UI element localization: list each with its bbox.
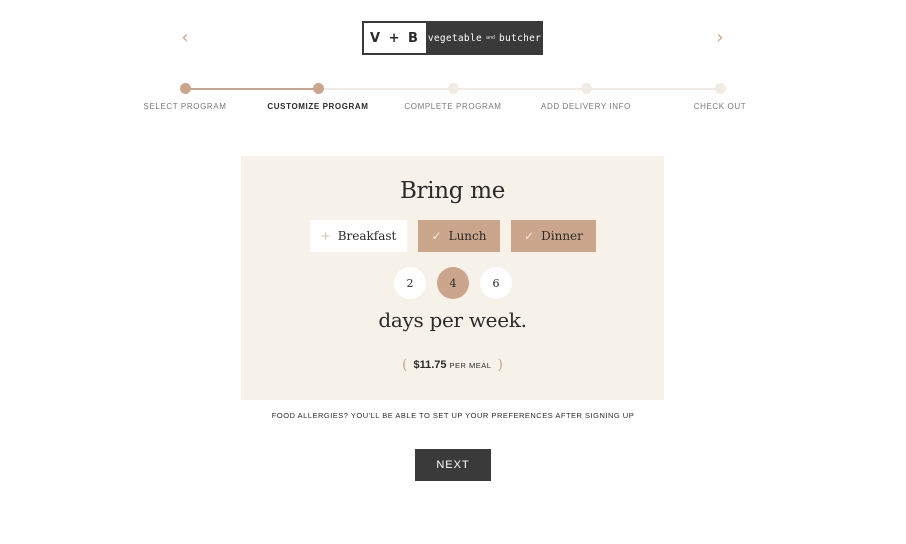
program-customizer-panel: Bring me + Breakfast ✓ Lunch ✓ Dinner 2 …: [241, 156, 664, 400]
meal-option-label: Breakfast: [337, 229, 397, 243]
meal-option-label: Dinner: [541, 229, 583, 243]
step-dot: [179, 83, 191, 94]
check-icon: ✓: [524, 229, 535, 243]
price-open-paren: (: [402, 357, 408, 373]
days-option-4[interactable]: 4: [437, 267, 469, 299]
price-close-paren: ): [497, 357, 503, 373]
step-label: ADD DELIVERY INFO: [541, 102, 631, 111]
price-unit: PER MEAL: [449, 361, 492, 370]
next-button[interactable]: NEXT: [415, 449, 491, 481]
step-check-out: CHECK OUT: [650, 82, 790, 111]
days-option-6[interactable]: 6: [480, 267, 512, 299]
brand-logo[interactable]: V + B vegetable and butcher: [362, 21, 543, 55]
step-dot: [580, 83, 592, 94]
meal-option-breakfast[interactable]: + Breakfast: [310, 220, 407, 252]
price-amount: $11.75: [413, 359, 447, 371]
meal-option-label: Lunch: [448, 229, 487, 243]
step-dot: [447, 83, 459, 94]
step-label: CUSTOMIZE PROGRAM: [267, 102, 369, 111]
days-per-week-text: days per week.: [378, 308, 527, 332]
plus-icon: +: [320, 229, 331, 243]
meal-option-dinner[interactable]: ✓ Dinner: [511, 220, 596, 252]
step-label: CHECK OUT: [693, 102, 747, 111]
step-dot: [312, 83, 324, 94]
logo-wordmark: vegetable and butcher: [426, 21, 543, 55]
logo-mark: V + B: [362, 21, 426, 55]
step-label: COMPLETE PROGRAM: [404, 102, 502, 111]
step-add-delivery-info: ADD DELIVERY INFO: [516, 82, 656, 111]
progress-stepper: SELECT PROGRAM CUSTOMIZE PROGRAM COMPLET…: [0, 82, 906, 122]
days-option-2[interactable]: 2: [394, 267, 426, 299]
step-dot: [714, 83, 726, 94]
meal-option-lunch[interactable]: ✓ Lunch: [418, 220, 500, 252]
logo-word-vegetable: vegetable: [427, 32, 482, 44]
check-icon: ✓: [431, 229, 442, 243]
logo-word-butcher: butcher: [499, 32, 542, 44]
chevron-left-icon[interactable]: ‹: [175, 28, 195, 48]
logo-word-and: and: [486, 35, 496, 41]
price-per-meal: ( $11.75 PER MEAL): [241, 357, 664, 373]
bring-me-heading: Bring me: [399, 178, 506, 204]
chevron-right-icon[interactable]: ›: [710, 28, 730, 48]
step-customize-program[interactable]: CUSTOMIZE PROGRAM: [248, 82, 388, 111]
step-complete-program: COMPLETE PROGRAM: [383, 82, 523, 111]
step-select-program[interactable]: SELECT PROGRAM: [115, 82, 255, 111]
step-label: SELECT PROGRAM: [143, 102, 227, 111]
allergy-note: FOOD ALLERGIES? YOU'LL BE ABLE TO SET UP…: [271, 411, 635, 420]
